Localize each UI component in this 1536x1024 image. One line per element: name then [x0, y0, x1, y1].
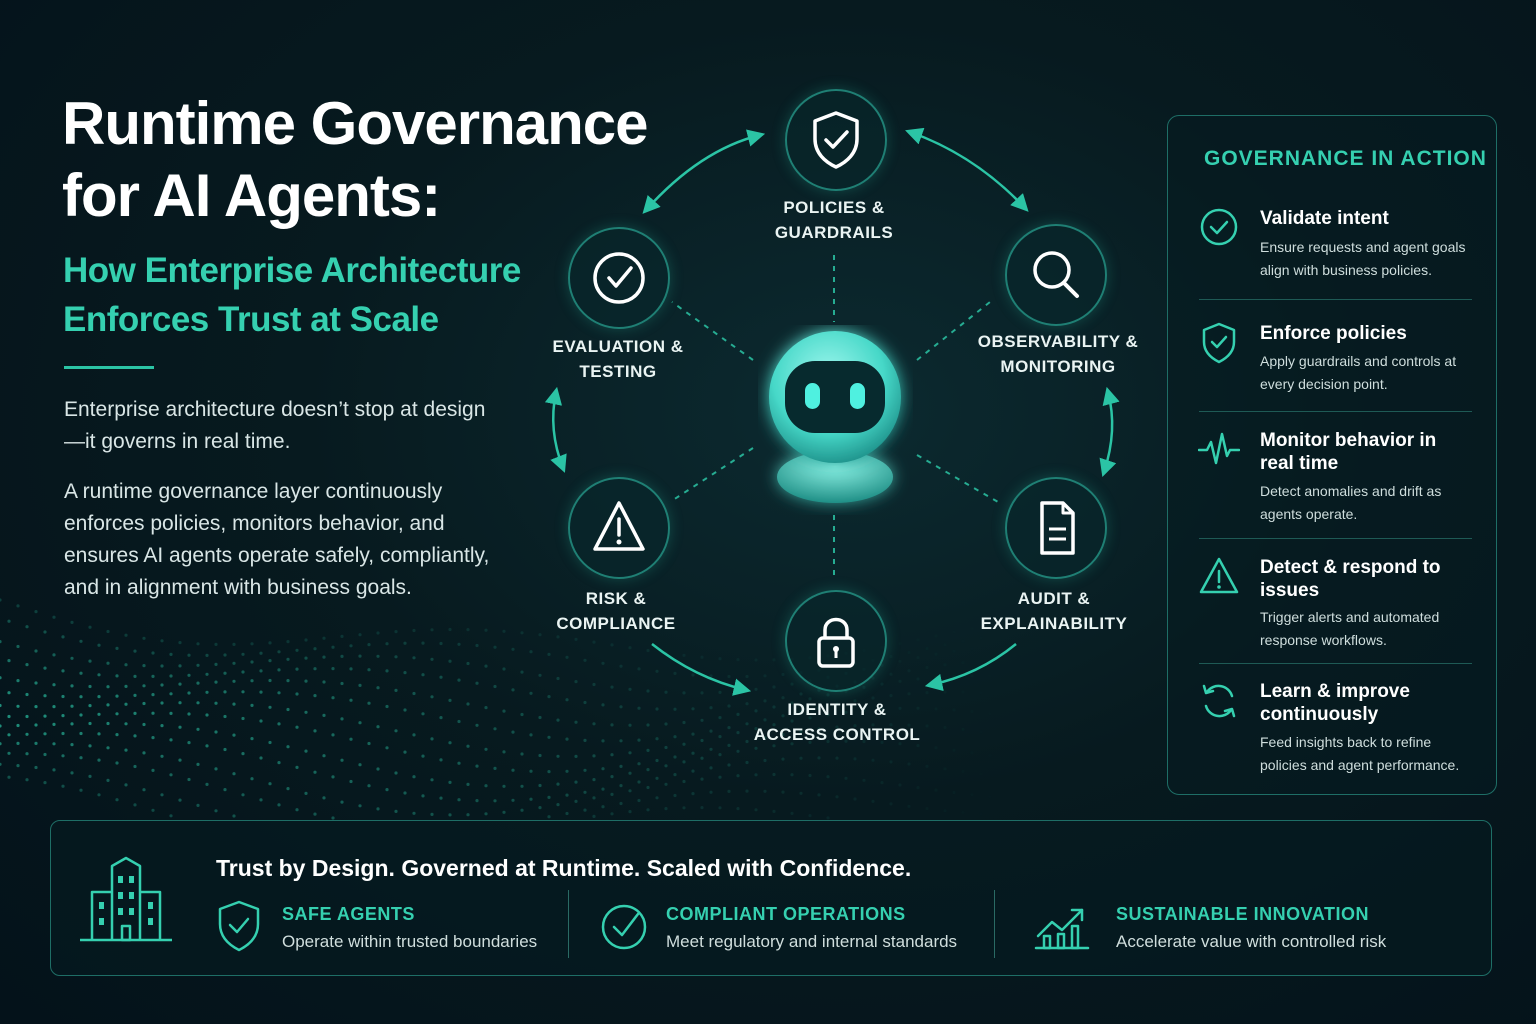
panel-divider — [1199, 538, 1472, 539]
footer-col-desc: Meet regulatory and internal standards — [666, 932, 958, 951]
panel-item-heading: Learn & improve continuously — [1260, 681, 1410, 725]
panel-item-desc: Trigger alerts and automated response wo… — [1260, 609, 1440, 648]
refresh-icon — [1202, 684, 1236, 718]
panel-divider — [1199, 299, 1472, 300]
panel-item-desc: Detect anomalies and drift as agents ope… — [1260, 483, 1442, 522]
page-subtitle: How Enterprise Architecture Enforces Tru… — [63, 246, 583, 344]
risk-label: RISK & COMPLIANCE — [556, 589, 676, 633]
robot-icon — [769, 331, 901, 503]
accent-divider — [64, 366, 154, 369]
evaluation-node — [568, 227, 670, 329]
padlock-icon — [817, 617, 855, 668]
policies-node — [785, 89, 887, 191]
identity-label: IDENTITY & ACCESS CONTROL — [753, 700, 921, 744]
panel-item-heading: Enforce policies — [1260, 323, 1407, 344]
policies-label: POLICIES & GUARDRAILS — [774, 198, 894, 242]
audit-node — [1005, 477, 1107, 579]
panel-divider — [1199, 411, 1472, 412]
footer-col-desc: Accelerate value with controlled risk — [1116, 932, 1387, 951]
risk-node — [568, 477, 670, 579]
audit-label: AUDIT & EXPLAINABILITY — [980, 589, 1128, 633]
shield-check-icon — [218, 900, 260, 952]
intro-paragraph-1: Enterprise architecture doesn’t stop at … — [64, 398, 486, 453]
subtitle-line-2: Enforces Trust at Scale — [63, 300, 439, 339]
footer-tagline: Trust by Design. Governed at Runtime. Sc… — [216, 855, 912, 881]
footer-band — [50, 820, 1492, 976]
panel-title: GOVERNANCE IN ACTION — [1204, 147, 1487, 170]
footer-col-heading: SAFE AGENTS — [282, 904, 415, 924]
shield-check-icon — [813, 111, 859, 169]
warning-triangle-icon — [1199, 557, 1239, 594]
pulse-icon — [1198, 432, 1240, 465]
spoke-audit — [916, 454, 999, 503]
check-circle-icon — [1200, 208, 1238, 246]
growth-chart-icon — [1034, 908, 1090, 950]
observability-label: OBSERVABILITY & MONITORING — [977, 332, 1139, 376]
arrow-risk-evaluation — [544, 386, 567, 473]
warning-triangle-icon — [593, 501, 645, 551]
arrow-observability-audit — [1099, 386, 1120, 477]
panel-item-heading: Detect & respond to issues — [1260, 557, 1441, 601]
check-circle-icon — [601, 904, 647, 950]
building-icon — [80, 856, 172, 942]
panel-divider — [1199, 663, 1472, 664]
panel-item-desc: Feed insights back to refine policies an… — [1260, 734, 1460, 773]
governance-cycle-diagram: POLICIES & GUARDRAILS OBSERVABILITY & MO… — [520, 70, 1180, 770]
arrow-audit-identity — [924, 643, 1017, 692]
subtitle-line-1: How Enterprise Architecture — [63, 251, 521, 290]
identity-node — [785, 590, 887, 692]
footer-divider — [568, 890, 569, 958]
arrow-risk-identity — [651, 643, 752, 696]
observability-node — [1005, 224, 1107, 326]
panel-item-heading: Validate intent — [1260, 208, 1389, 229]
shield-check-icon — [1202, 322, 1236, 364]
footer-divider — [994, 890, 995, 958]
panel-item-heading: Monitor behavior in real time — [1260, 430, 1437, 474]
document-icon — [1040, 501, 1075, 555]
panel-item-desc: Ensure requests and agent goals align wi… — [1260, 239, 1466, 278]
panel-item-desc: Apply guardrails and controls at every d… — [1260, 353, 1457, 392]
footer-col-heading: SUSTAINABLE INNOVATION — [1116, 904, 1369, 924]
spoke-risk — [669, 447, 754, 503]
footer-col-desc: Operate within trusted boundaries — [282, 932, 538, 951]
check-circle-icon — [593, 252, 645, 304]
intro-paragraph-2: A runtime governance layer continuously … — [64, 480, 490, 599]
footer-col-heading: COMPLIANT OPERATIONS — [666, 904, 906, 924]
magnifier-icon — [1033, 251, 1079, 298]
evaluation-label: EVALUATION & TESTING — [552, 337, 684, 381]
